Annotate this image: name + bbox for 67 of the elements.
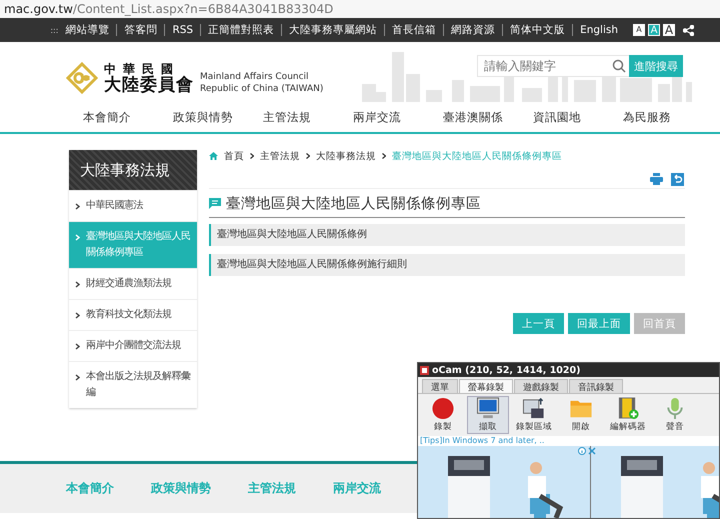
app-icon [420,366,429,374]
sidebar-item[interactable]: 本會出版之法規及解釋彙編 [69,361,197,408]
list-link[interactable]: 臺灣地區與大陸地區人民關係條例施行細則 [209,254,685,276]
toolbar-button[interactable]: 開啟 [559,396,603,434]
accesskey-mark: ::: [50,26,58,34]
nav-link[interactable]: 臺港澳關係 [443,110,533,125]
logo-chinese[interactable]: 中華民國 大陸委員會 [104,62,194,94]
chevron-icon [75,312,80,319]
top-link[interactable]: 網路資源 [443,24,502,36]
sidebar-title: 大陸事務法規 [69,150,197,190]
top-link[interactable]: 首長信箱 [384,24,444,36]
breadcrumb-link[interactable]: 大陸事務法規 [316,150,376,162]
toolbar-button[interactable]: 擷取 [467,396,509,434]
chevron-icon [306,153,310,159]
chevron-icon [382,153,386,159]
tab[interactable]: 遊戲錄製 [514,379,568,393]
nav-link[interactable]: 資訊園地 [533,110,623,125]
nav-link[interactable]: 政策與情勢 [173,110,263,125]
page-heading: 臺灣地區與大陸地區人民關係條例專區 [226,194,481,212]
nav-link[interactable]: 兩岸交流 [353,110,443,125]
sidebar-item[interactable]: 財經交通農漁類法規 [69,268,197,299]
sidebar-item[interactable]: 教育科技文化類法規 [69,299,197,330]
nav-link[interactable]: 為民服務 [623,110,713,125]
top-link[interactable]: 正簡體對照表 [200,24,282,36]
tab[interactable]: 螢幕錄製 [459,379,513,393]
chevron-icon [75,234,80,241]
chevron-icon [75,203,80,210]
toolbar-button[interactable]: 錄製 [422,396,464,434]
back-icon[interactable] [671,173,684,186]
tab[interactable]: 選單 [422,379,458,393]
close-icon[interactable] [588,447,596,455]
nav-link[interactable]: 本會簡介 [83,110,173,125]
top-link[interactable]: 答客問 [116,24,164,36]
emblem-icon [66,62,98,94]
window-title: oCam (210, 52, 1414, 1020) [432,364,580,376]
region-icon [522,397,546,420]
top-link[interactable]: RSS [164,24,200,36]
top-link[interactable]: English [572,24,625,36]
breadcrumb-link[interactable]: 首頁 [224,150,244,162]
film-icon [616,397,640,420]
print-icon[interactable] [650,173,663,185]
nav-link[interactable]: 主管法規 [263,110,353,125]
chevron-icon [75,343,80,350]
logo-english[interactable]: Mainland Affairs Council Republic of China (TAIWAN) [200,71,324,95]
record-icon [431,397,455,420]
ad-info-icon[interactable] [578,447,586,455]
search-field[interactable]: 請輸入關鍵字 [477,55,632,77]
share-icon[interactable] [683,24,694,36]
list-link[interactable]: 臺灣地區與大陸地區人民關係條例 [209,224,685,246]
chevron-icon [75,374,80,381]
chevron-icon [250,153,254,159]
tab[interactable]: 音訊錄製 [569,379,623,393]
sidebar-item[interactable]: 兩岸中介團體交流法規 [69,330,197,361]
font-size-button[interactable]: A [633,24,645,36]
toolbar-button[interactable]: 錄製區域 [512,396,556,434]
breadcrumb-link[interactable]: 主管法規 [260,150,300,162]
home-icon[interactable] [209,152,218,160]
monitor-icon [476,397,500,420]
top-link[interactable]: 大陸事務專屬網站 [281,24,384,36]
top-link[interactable]: 简体中文版 [502,24,572,36]
chevron-icon [75,281,80,288]
comment-icon [209,198,221,208]
sidebar-item[interactable]: 中華民國憲法 [69,190,197,221]
top-link[interactable]: 網站導覽 [58,24,116,36]
toolbar-button[interactable]: 編解碼器 [606,396,650,434]
font-size-button[interactable]: A [663,24,675,36]
toolbar-button[interactable]: 聲音 [653,396,697,434]
